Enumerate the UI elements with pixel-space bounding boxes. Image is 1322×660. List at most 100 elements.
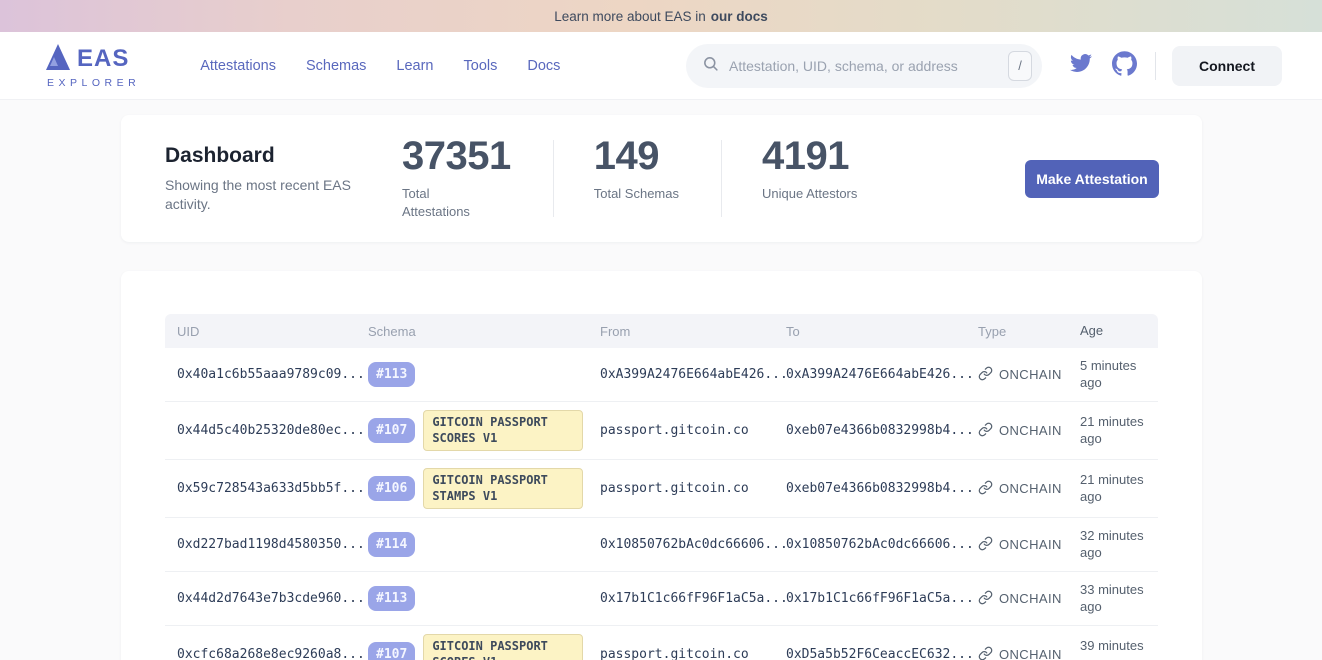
- from-cell[interactable]: 0x17b1C1c66fF96F1aC5a...: [600, 591, 786, 606]
- age-cell: 21 minutes ago: [1080, 472, 1158, 506]
- github-icon[interactable]: [1112, 51, 1137, 81]
- stat-0: 37351 Total Attestations: [402, 136, 511, 220]
- to-cell[interactable]: 0x10850762bAc0dc66606...: [786, 537, 978, 552]
- uid-cell[interactable]: 0xd227bad1198d4580350...: [165, 537, 368, 552]
- to-cell[interactable]: 0xA399A2476E664abE426...: [786, 367, 978, 382]
- chain-link-icon: [978, 646, 993, 660]
- nav-item-tools[interactable]: Tools: [464, 58, 498, 74]
- chain-link-icon: [978, 480, 993, 498]
- attestations-table: UIDSchemaFromToTypeAge 0x40a1c6b55aaa978…: [165, 314, 1158, 660]
- type-cell: ONCHAIN: [978, 366, 1080, 384]
- table-row[interactable]: 0x40a1c6b55aaa9789c09...#113 0xA399A2476E…: [165, 348, 1158, 402]
- schema-id-badge[interactable]: #114: [368, 532, 415, 557]
- column-header-type: Type: [978, 324, 1080, 339]
- to-cell[interactable]: 0x17b1C1c66fF96F1aC5a...: [786, 591, 978, 606]
- table-row[interactable]: 0x44d2d7643e7b3cde960...#113 0x17b1C1c66f…: [165, 572, 1158, 626]
- nav-item-docs[interactable]: Docs: [527, 58, 560, 74]
- type-label: ONCHAIN: [999, 647, 1062, 660]
- uid-cell[interactable]: 0x59c728543a633d5bb5f...: [165, 481, 368, 496]
- table-row[interactable]: 0x59c728543a633d5bb5f...#106 GITCOIN PASS…: [165, 460, 1158, 518]
- schema-id-badge[interactable]: #113: [368, 586, 415, 611]
- slash-shortcut-key: /: [1008, 51, 1032, 81]
- stat-1: 149 Total Schemas: [594, 136, 679, 220]
- uid-cell[interactable]: 0x44d2d7643e7b3cde960...: [165, 591, 368, 606]
- stat-value: 149: [594, 136, 679, 176]
- chain-link-icon: [978, 590, 993, 608]
- page-subtitle: Showing the most recent EAS activity.: [165, 176, 360, 214]
- schema-id-badge[interactable]: #107: [368, 418, 415, 443]
- schema-cell: #107 GITCOIN PASSPORT SCORES V1: [368, 410, 600, 451]
- header: EAS EXPLORER Attestations Schemas Learn Too…: [0, 32, 1322, 100]
- schema-id-badge[interactable]: #113: [368, 362, 415, 387]
- table-header-row: UIDSchemaFromToTypeAge: [165, 314, 1158, 348]
- to-cell[interactable]: 0xeb07e4366b0832998b4...: [786, 423, 978, 438]
- nav-item-schemas[interactable]: Schemas: [306, 58, 366, 74]
- nav-item-attestations[interactable]: Attestations: [200, 58, 276, 74]
- stat-2: 4191 Unique Attestors: [762, 136, 857, 220]
- type-cell: ONCHAIN: [978, 646, 1080, 660]
- column-header-schema: Schema: [368, 324, 600, 339]
- make-attestation-button[interactable]: Make Attestation: [1025, 160, 1159, 198]
- schema-cell: #107 GITCOIN PASSPORT SCORES V1: [368, 634, 600, 660]
- column-header-from: From: [600, 324, 786, 339]
- stat-value: 4191: [762, 136, 857, 176]
- attestations-table-card: UIDSchemaFromToTypeAge 0x40a1c6b55aaa978…: [121, 271, 1202, 660]
- banner-docs-link[interactable]: our docs: [711, 9, 768, 24]
- schema-name-tag[interactable]: GITCOIN PASSPORT SCORES V1: [423, 634, 583, 660]
- to-cell[interactable]: 0xD5a5b52F6CeaccEC632...: [786, 647, 978, 660]
- uid-cell[interactable]: 0x44d5c40b25320de80ec...: [165, 423, 368, 438]
- type-cell: ONCHAIN: [978, 480, 1080, 498]
- schema-cell: #113: [368, 362, 600, 387]
- from-cell[interactable]: passport.gitcoin.co: [600, 423, 786, 438]
- stat-label: Unique Attestors: [762, 185, 857, 203]
- age-cell: 21 minutes ago: [1080, 414, 1158, 448]
- age-cell: 5 minutes ago: [1080, 358, 1158, 392]
- schema-name-tag[interactable]: GITCOIN PASSPORT SCORES V1: [423, 410, 583, 451]
- schema-cell: #106 GITCOIN PASSPORT STAMPS V1: [368, 468, 600, 509]
- table-row[interactable]: 0x44d5c40b25320de80ec...#107 GITCOIN PASS…: [165, 402, 1158, 460]
- stat-label: Total Attestations: [402, 185, 497, 220]
- nav-item-learn[interactable]: Learn: [396, 58, 433, 74]
- search-icon: [702, 55, 719, 77]
- to-cell[interactable]: 0xeb07e4366b0832998b4...: [786, 481, 978, 496]
- from-cell[interactable]: passport.gitcoin.co: [600, 647, 786, 660]
- stat-value: 37351: [402, 136, 511, 176]
- type-cell: ONCHAIN: [978, 590, 1080, 608]
- search-input[interactable]: [729, 58, 1008, 74]
- logo-subtitle: EXPLORER: [45, 77, 140, 89]
- from-cell[interactable]: passport.gitcoin.co: [600, 481, 786, 496]
- type-cell: ONCHAIN: [978, 422, 1080, 440]
- age-cell: 39 minutes ago: [1080, 638, 1158, 660]
- uid-cell[interactable]: 0x40a1c6b55aaa9789c09...: [165, 367, 368, 382]
- twitter-icon[interactable]: [1068, 52, 1094, 79]
- eas-logo[interactable]: EAS EXPLORER: [45, 43, 140, 89]
- from-cell[interactable]: 0xA399A2476E664abE426...: [600, 367, 786, 382]
- schema-cell: #114: [368, 532, 600, 557]
- table-row[interactable]: 0xd227bad1198d4580350...#114 0x10850762bA…: [165, 518, 1158, 572]
- chain-link-icon: [978, 536, 993, 554]
- schema-id-badge[interactable]: #107: [368, 642, 415, 660]
- chain-link-icon: [978, 422, 993, 440]
- type-label: ONCHAIN: [999, 423, 1062, 438]
- stat-divider: [721, 140, 722, 216]
- stat-label: Total Schemas: [594, 185, 679, 203]
- uid-cell[interactable]: 0xcfc68a268e8ec9260a8...: [165, 647, 368, 660]
- dashboard-card: Dashboard Showing the most recent EAS ac…: [121, 115, 1202, 242]
- type-cell: ONCHAIN: [978, 536, 1080, 554]
- schema-id-badge[interactable]: #106: [368, 476, 415, 501]
- column-header-uid: UID: [165, 324, 368, 339]
- connect-wallet-button[interactable]: Connect: [1172, 46, 1282, 86]
- main-nav: Attestations Schemas Learn Tools Docs: [200, 58, 560, 74]
- table-row[interactable]: 0xcfc68a268e8ec9260a8...#107 GITCOIN PASS…: [165, 626, 1158, 660]
- chain-link-icon: [978, 366, 993, 384]
- eas-triangle-icon: [45, 43, 71, 76]
- column-header-age: Age: [1080, 323, 1158, 340]
- column-header-to: To: [786, 324, 978, 339]
- table-body: 0x40a1c6b55aaa9789c09...#1130xA399A2476E…: [165, 348, 1158, 660]
- type-label: ONCHAIN: [999, 537, 1062, 552]
- from-cell[interactable]: 0x10850762bAc0dc66606...: [600, 537, 786, 552]
- search-bar[interactable]: /: [686, 44, 1042, 88]
- schema-name-tag[interactable]: GITCOIN PASSPORT STAMPS V1: [423, 468, 583, 509]
- stats-row: 37351 Total Attestations 149 Total Schemas 4…: [402, 136, 857, 220]
- announcement-banner: Learn more about EAS in our docs: [0, 0, 1322, 32]
